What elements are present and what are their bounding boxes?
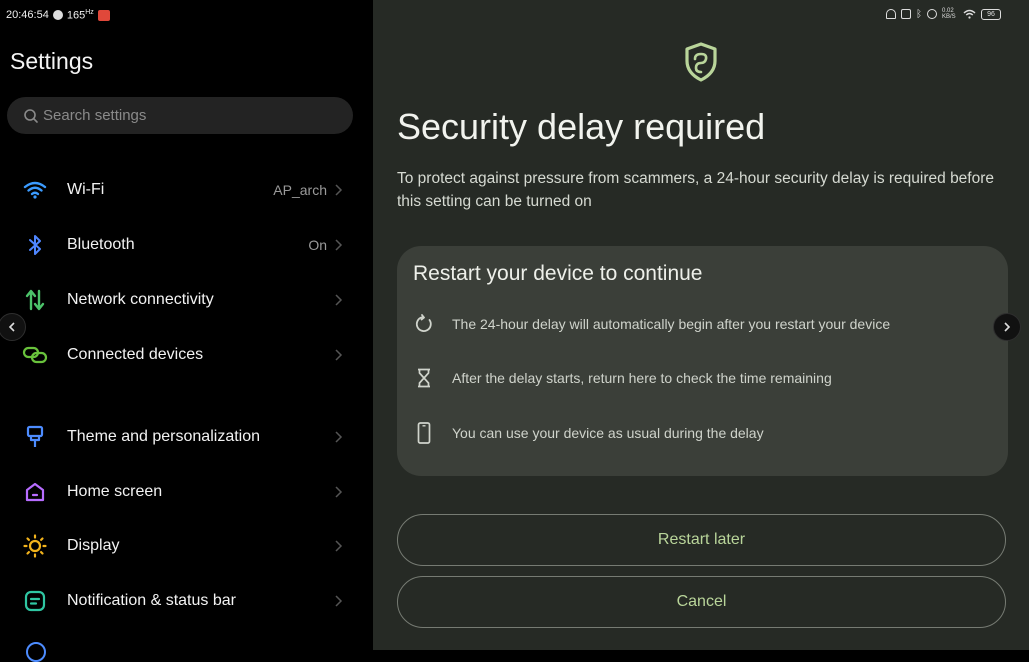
wifi-network-name: AP_arch — [273, 182, 327, 198]
restart-info-card: Restart your device to continue The 24-h… — [397, 246, 1008, 476]
sync-icon — [52, 10, 63, 21]
step-item: After the delay starts, return here to c… — [413, 367, 832, 389]
settings-item-connected-devices[interactable]: Connected devices — [0, 335, 373, 375]
chevron-left-icon — [8, 322, 15, 332]
settings-item-notification[interactable]: Notification & status bar — [0, 581, 373, 621]
home-icon — [22, 479, 48, 505]
step-text: After the delay starts, return here to c… — [452, 370, 832, 386]
settings-item-bluetooth[interactable]: Bluetooth On — [0, 225, 373, 265]
battery-icon: 96 — [981, 8, 1001, 20]
search-input[interactable]: Search settings — [7, 97, 353, 134]
step-item: You can use your device as usual during … — [413, 422, 764, 444]
restart-later-button[interactable]: Restart later — [397, 514, 1006, 566]
settings-pane: 20:46:54 165Hz Settings Search settings … — [0, 0, 373, 662]
cast-icon — [901, 9, 911, 19]
settings-item-display[interactable]: Display — [0, 526, 373, 566]
restart-icon — [413, 313, 435, 335]
network-speed: 0.02 KB/S — [942, 8, 956, 20]
app-notification-icon — [97, 9, 110, 21]
alarm-icon — [927, 9, 937, 19]
dialog-description: To protect against pressure from scammer… — [397, 170, 995, 210]
page-title: Settings — [10, 48, 94, 74]
settings-item-theme[interactable]: Theme and personalization — [0, 417, 373, 457]
chevron-right-icon — [1004, 322, 1011, 332]
hourglass-icon — [413, 367, 435, 389]
bluetooth-status: On — [308, 237, 327, 253]
search-icon — [24, 108, 38, 123]
wifi-icon — [22, 177, 48, 203]
next-button[interactable] — [993, 313, 1021, 341]
sun-icon — [22, 533, 48, 559]
settings-item-label: Display — [67, 537, 120, 554]
chevron-right-icon — [335, 431, 343, 443]
security-delay-panel: ᛒ 0.02 KB/S 96 Security delay required T… — [373, 0, 1029, 650]
refresh-rate: 165Hz — [66, 9, 94, 22]
chevron-right-icon — [335, 349, 343, 361]
wifi-status-icon — [963, 9, 976, 19]
step-text: The 24-hour delay will automatically beg… — [452, 316, 891, 332]
brush-icon — [22, 424, 48, 450]
step-item: The 24-hour delay will automatically beg… — [413, 313, 890, 335]
settings-item-label: Bluetooth — [67, 236, 135, 253]
settings-item-label: Wi-Fi — [67, 181, 105, 198]
headphones-icon — [886, 9, 896, 19]
shield-icon — [685, 42, 717, 82]
status-bar-left: 20:46:54 165Hz — [6, 9, 110, 22]
phone-icon — [413, 422, 435, 444]
chevron-right-icon — [335, 540, 343, 552]
chevron-right-icon — [335, 486, 343, 498]
bluetooth-icon — [22, 232, 48, 258]
status-bar-right: ᛒ 0.02 KB/S 96 — [886, 8, 1001, 20]
chevron-right-icon — [335, 294, 343, 306]
search-placeholder: Search settings — [43, 107, 147, 124]
step-text: You can use your device as usual during … — [452, 425, 764, 441]
chevron-right-icon — [335, 184, 343, 196]
notification-icon — [22, 588, 48, 614]
settings-item-label: Connected devices — [67, 346, 204, 363]
settings-item-label: Network connectivity — [67, 291, 214, 308]
bluetooth-icon: ᛒ — [916, 8, 922, 20]
settings-item-home-screen[interactable]: Home screen — [0, 472, 373, 512]
link-icon — [22, 342, 48, 368]
settings-item-network[interactable]: Network connectivity — [0, 280, 373, 320]
dialog-title: Security delay required — [397, 106, 766, 147]
settings-item-label: Theme and personalization — [67, 428, 261, 445]
settings-item-label: Notification & status bar — [67, 592, 236, 609]
partial-item-icon — [26, 642, 46, 662]
status-time: 20:46:54 — [6, 9, 49, 22]
network-arrows-icon — [22, 287, 48, 313]
card-title: Restart your device to continue — [413, 262, 703, 285]
settings-item-wifi[interactable]: Wi-Fi AP_arch — [0, 170, 373, 210]
chevron-right-icon — [335, 239, 343, 251]
cancel-button[interactable]: Cancel — [397, 576, 1006, 628]
settings-item-label: Home screen — [67, 483, 163, 500]
chevron-right-icon — [335, 595, 343, 607]
